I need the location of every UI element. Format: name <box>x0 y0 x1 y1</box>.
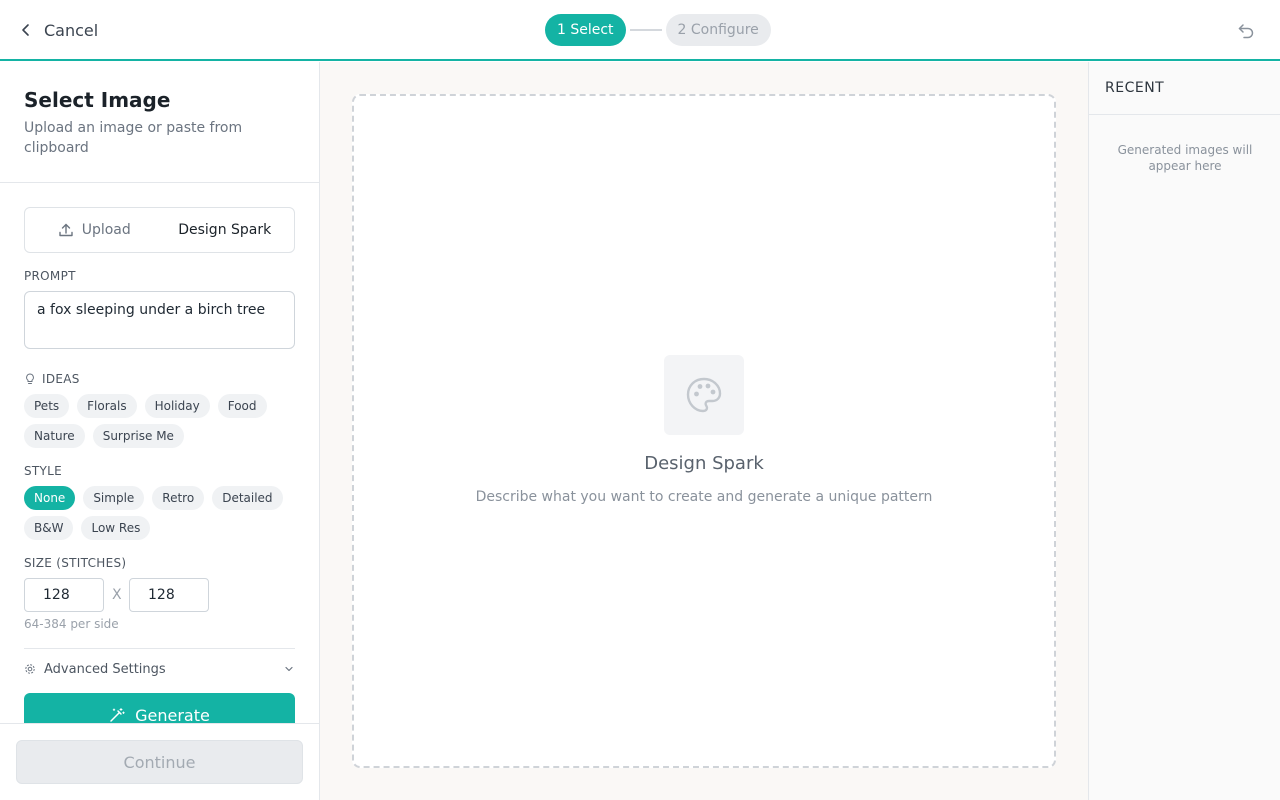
idea-chip-food[interactable]: Food <box>217 394 267 418</box>
ideas-label: IDEAS <box>24 372 80 386</box>
step-configure[interactable]: 2 Configure <box>665 14 771 46</box>
idea-chip-nature[interactable]: Nature <box>24 424 85 448</box>
gear-icon <box>25 664 35 674</box>
undo-button[interactable] <box>1235 19 1257 41</box>
magic-wand-icon <box>110 708 125 722</box>
size-width-input[interactable] <box>24 578 104 612</box>
advanced-settings-toggle[interactable]: Advanced Settings <box>24 658 295 680</box>
lightbulb-icon <box>26 373 34 384</box>
style-chip-bw[interactable]: B&W <box>24 516 74 540</box>
cancel-label: Cancel <box>44 20 99 40</box>
chevron-left-icon <box>22 24 29 36</box>
recent-header: RECENT <box>1089 62 1280 115</box>
tab-design-spark-label: Design Spark <box>178 222 272 238</box>
style-label: STYLE <box>24 464 63 478</box>
size-hint: 64-384 per side <box>24 617 119 631</box>
idea-chip-pets[interactable]: Pets <box>24 394 70 418</box>
ideas-row-2: Nature Surprise Me <box>24 424 184 448</box>
advanced-settings-label: Advanced Settings <box>44 661 166 677</box>
left-panel: Select Image Upload an image or paste fr… <box>0 62 320 800</box>
ideas-label-text: IDEAS <box>42 372 80 386</box>
stepper: 1 Select 2 Configure <box>545 14 771 46</box>
size-label: SIZE (STITCHES) <box>24 556 127 570</box>
canvas-area: Design Spark Describe what you want to c… <box>320 62 1088 800</box>
recent-panel: RECENT Generated images will appear here <box>1088 62 1280 800</box>
size-height-input[interactable] <box>129 578 209 612</box>
ideas-row-1: Pets Florals Holiday Food <box>24 394 267 418</box>
palette-icon <box>664 355 744 435</box>
left-footer: Continue <box>0 723 319 800</box>
step-connector <box>629 29 662 31</box>
style-chip-simple[interactable]: Simple <box>83 486 145 510</box>
style-chip-retro[interactable]: Retro <box>152 486 205 510</box>
idea-chip-holiday[interactable]: Holiday <box>144 394 210 418</box>
idea-chip-florals[interactable]: Florals <box>77 394 137 418</box>
style-chip-none[interactable]: None <box>24 486 76 510</box>
style-chip-low-res[interactable]: Low Res <box>81 516 151 540</box>
source-tabs: Upload Design Spark <box>24 207 295 253</box>
chevron-down-icon <box>285 666 293 672</box>
tab-upload-label: Upload <box>81 222 131 238</box>
upload-icon <box>59 223 73 237</box>
size-separator: X <box>112 587 122 603</box>
generate-label: Generate <box>135 705 210 725</box>
left-header: Select Image Upload an image or paste fr… <box>0 62 319 183</box>
continue-button[interactable]: Continue <box>16 740 303 784</box>
divider <box>24 648 295 649</box>
top-bar: Cancel 1 Select 2 Configure <box>0 0 1280 61</box>
tab-upload[interactable]: Upload <box>29 212 160 248</box>
prompt-input[interactable] <box>24 291 295 349</box>
style-row-1: None Simple Retro Detailed <box>24 486 283 510</box>
page-subtitle: Upload an image or paste from clipboard <box>24 120 243 156</box>
idea-chip-surprise-me[interactable]: Surprise Me <box>92 424 184 448</box>
step-select[interactable]: 1 Select <box>545 14 626 46</box>
tab-design-spark[interactable]: Design Spark <box>160 212 291 248</box>
style-chip-detailed[interactable]: Detailed <box>212 486 283 510</box>
prompt-label: PROMPT <box>24 269 76 283</box>
page-title: Select Image <box>24 88 171 112</box>
dropzone[interactable]: Design Spark Describe what you want to c… <box>352 94 1056 768</box>
cancel-button[interactable]: Cancel <box>18 17 98 43</box>
dropzone-title: Design Spark <box>644 453 764 474</box>
dropzone-subtitle: Describe what you want to create and gen… <box>475 489 933 505</box>
style-row-2: B&W Low Res <box>24 516 151 540</box>
recent-empty-text: Generated images will appear here <box>1117 143 1253 173</box>
undo-icon <box>1238 24 1254 39</box>
